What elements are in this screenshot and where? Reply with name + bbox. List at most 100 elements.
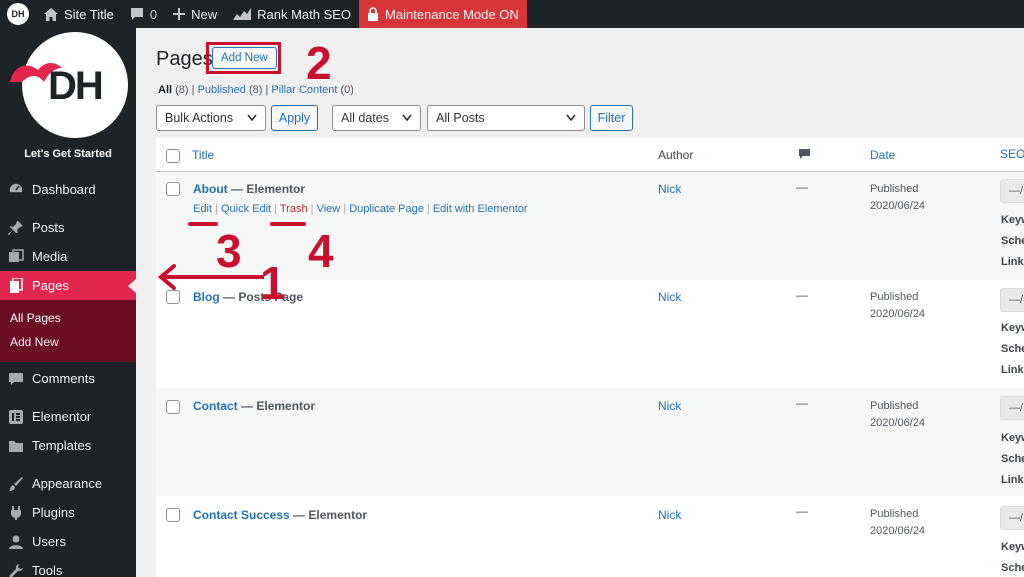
action-separator: | bbox=[426, 203, 430, 215]
select-all-checkbox[interactable] bbox=[166, 149, 180, 163]
date-cell: Published 2020/06/24 bbox=[870, 289, 925, 323]
menu-separator bbox=[0, 204, 136, 213]
menu-item-posts[interactable]: Posts bbox=[0, 213, 136, 242]
row-checkbox[interactable] bbox=[166, 400, 180, 414]
site-title-link[interactable]: Site Title bbox=[36, 0, 122, 28]
bulk-actions-select[interactable]: Bulk Actions bbox=[156, 105, 266, 131]
page-title-cell: Contact — Elementor bbox=[193, 399, 315, 413]
admin-bar-logo[interactable]: DH bbox=[0, 0, 36, 28]
row-checkbox[interactable] bbox=[166, 508, 180, 522]
menu-item-comments[interactable]: Comments bbox=[0, 364, 136, 393]
edit-link[interactable]: Edit bbox=[193, 203, 212, 215]
status-text: Published bbox=[870, 508, 919, 520]
comments-link[interactable]: 0 bbox=[122, 0, 165, 28]
page-title-link[interactable]: Contact Success bbox=[193, 508, 290, 522]
author-link[interactable]: Nick bbox=[658, 508, 681, 522]
page-title-link[interactable]: About bbox=[193, 182, 228, 196]
admin-menu: Dashboard Posts Media Pages All Pages Ad… bbox=[0, 174, 136, 577]
seo-schema-label: Sche bbox=[1001, 562, 1024, 574]
page-state: — Elementor bbox=[241, 399, 316, 413]
page-state: — Elementor bbox=[293, 508, 368, 522]
plus-icon bbox=[173, 8, 186, 20]
quick-edit-link[interactable]: Quick Edit bbox=[221, 203, 271, 215]
edit-with-elementor-link[interactable]: Edit with Elementor bbox=[433, 203, 528, 215]
row-actions: Edit | Quick Edit | Trash | View | Dupli… bbox=[193, 203, 528, 215]
column-title[interactable]: Title bbox=[192, 148, 214, 162]
trash-link[interactable]: Trash bbox=[280, 203, 308, 215]
menu-item-dashboard[interactable]: Dashboard bbox=[0, 174, 136, 204]
author-link[interactable]: Nick bbox=[658, 290, 681, 304]
comments-count: — bbox=[796, 288, 808, 302]
page-state: — Elementor bbox=[231, 182, 306, 196]
status-text: Published bbox=[870, 400, 919, 412]
seo-links-label: Links bbox=[1001, 256, 1024, 268]
menu-item-pages[interactable]: Pages bbox=[0, 271, 136, 300]
author-link[interactable]: Nick bbox=[658, 399, 681, 413]
submenu-item-all-pages[interactable]: All Pages bbox=[0, 306, 136, 330]
lock-icon bbox=[368, 7, 379, 21]
maintenance-mode-toggle[interactable]: Maintenance Mode ON bbox=[359, 0, 527, 28]
menu-item-users[interactable]: Users bbox=[0, 527, 136, 556]
menu-item-appearance[interactable]: Appearance bbox=[0, 469, 136, 498]
menu-item-tools[interactable]: Tools bbox=[0, 556, 136, 577]
annotation-underline-trash bbox=[270, 222, 306, 226]
apply-button[interactable]: Apply bbox=[271, 105, 318, 131]
menu-label-appearance: Appearance bbox=[32, 476, 103, 491]
column-date[interactable]: Date bbox=[870, 148, 895, 162]
folder-icon bbox=[9, 440, 23, 452]
comment-icon bbox=[9, 372, 23, 385]
site-logo-mini: DH bbox=[7, 3, 29, 25]
row-checkbox[interactable] bbox=[166, 182, 180, 196]
maintenance-label: Maintenance Mode ON bbox=[385, 6, 519, 22]
date-filter-select[interactable]: All dates bbox=[332, 105, 421, 131]
seo-score-badge: —/ bbox=[1000, 288, 1024, 312]
menu-label-posts: Posts bbox=[32, 220, 65, 235]
annotation-arrow bbox=[157, 264, 264, 290]
bulk-actions-value: Bulk Actions bbox=[165, 111, 234, 125]
page-title-link[interactable]: Contact bbox=[193, 399, 238, 413]
seo-keyword-label: Keyw bbox=[1001, 432, 1024, 444]
menu-label-pages: Pages bbox=[32, 278, 69, 293]
page-title-cell: About — Elementor bbox=[193, 182, 305, 196]
chevron-down-icon bbox=[566, 114, 576, 122]
seo-score-badge: —/ bbox=[1000, 396, 1024, 420]
brand-logo[interactable]: DH bbox=[10, 32, 128, 138]
comment-icon bbox=[130, 8, 143, 20]
menu-label-dashboard: Dashboard bbox=[32, 181, 96, 197]
view-link[interactable]: View bbox=[317, 203, 341, 215]
table-row: Contact Success — Elementor Nick — Publi… bbox=[156, 496, 1024, 577]
seo-schema-label: Sche bbox=[1001, 235, 1024, 247]
comments-count: 0 bbox=[149, 6, 158, 22]
seo-score-badge: —/ bbox=[1000, 506, 1024, 530]
author-link[interactable]: Nick bbox=[658, 182, 681, 196]
menu-item-plugins[interactable]: Plugins bbox=[0, 498, 136, 527]
menu-item-media[interactable]: Media bbox=[0, 242, 136, 271]
filter-all[interactable]: All bbox=[158, 84, 172, 96]
menu-label-templates: Templates bbox=[32, 438, 92, 453]
menu-item-templates[interactable]: Templates bbox=[0, 431, 136, 460]
seo-score-badge: —/ bbox=[1000, 179, 1024, 203]
page-title-link[interactable]: Blog bbox=[193, 290, 220, 304]
logo-text: DH bbox=[48, 64, 104, 108]
annotation-underline-edit bbox=[188, 222, 218, 226]
status-filter-links: All (8) | Published (8) | Pillar Content… bbox=[158, 84, 354, 96]
rank-math-link[interactable]: Rank Math SEO bbox=[225, 0, 359, 28]
seo-schema-label: Sche bbox=[1001, 343, 1024, 355]
dashboard-icon bbox=[8, 182, 24, 194]
annotation-number-4: 4 bbox=[308, 225, 334, 277]
row-checkbox[interactable] bbox=[166, 290, 180, 304]
post-filter-select[interactable]: All Posts bbox=[427, 105, 585, 131]
chevron-down-icon bbox=[247, 114, 257, 122]
comment-icon bbox=[799, 149, 810, 159]
post-filter-value: All Posts bbox=[436, 111, 485, 125]
plugin-icon bbox=[11, 505, 21, 520]
new-content-link[interactable]: New bbox=[165, 0, 225, 28]
menu-item-elementor[interactable]: Elementor bbox=[0, 402, 136, 431]
duplicate-page-link[interactable]: Duplicate Page bbox=[349, 203, 424, 215]
filter-pillar-content[interactable]: Pillar Content bbox=[271, 84, 337, 96]
submenu-item-add-new[interactable]: Add New bbox=[0, 330, 136, 354]
filter-published[interactable]: Published bbox=[198, 84, 246, 96]
column-seo[interactable]: SEO bbox=[1000, 147, 1024, 161]
filter-separator: | bbox=[191, 84, 195, 96]
filter-button[interactable]: Filter bbox=[590, 105, 633, 131]
